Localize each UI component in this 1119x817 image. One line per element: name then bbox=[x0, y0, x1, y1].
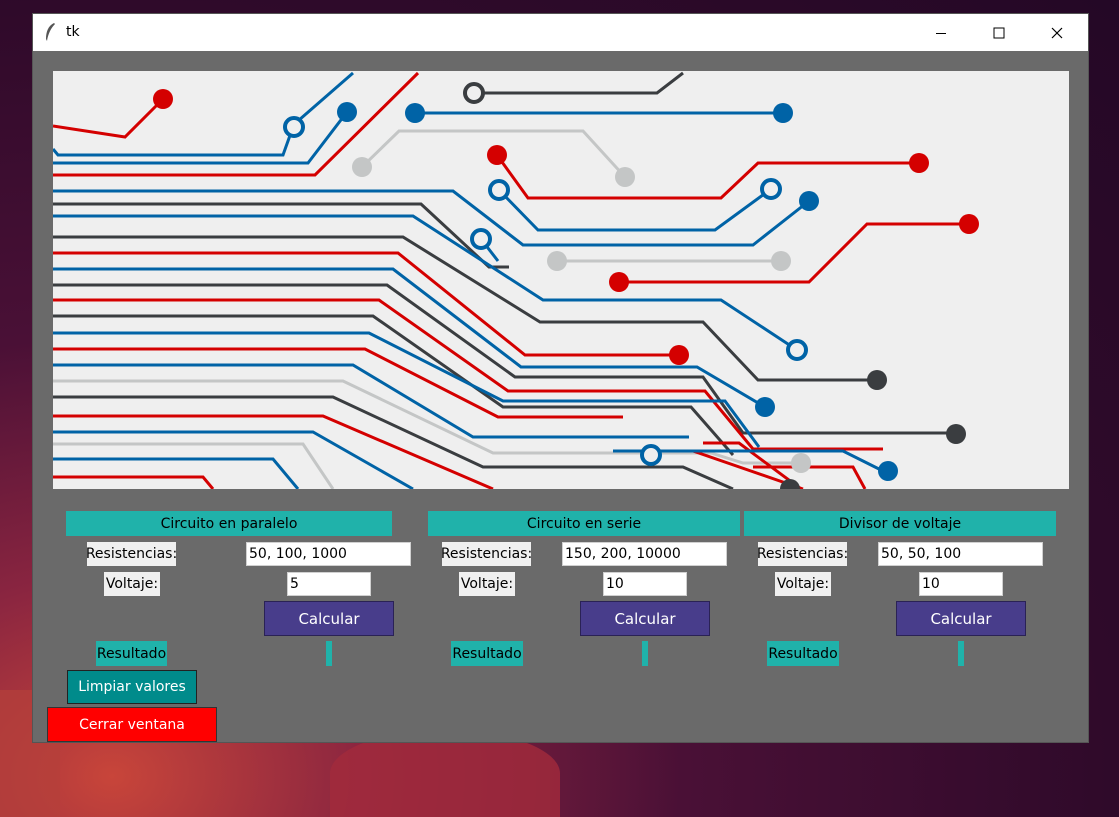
calcular-button-serie[interactable]: Calcular bbox=[580, 601, 710, 636]
resistencias-input-serie[interactable] bbox=[562, 542, 727, 566]
calcular-button-paralelo[interactable]: Calcular bbox=[264, 601, 394, 636]
panel-header-paralelo: Circuito en paralelo bbox=[66, 511, 392, 536]
voltaje-label: Voltaje: bbox=[104, 572, 160, 596]
resistencias-label: Resistencias: bbox=[86, 542, 177, 566]
circuit-illustration bbox=[53, 71, 979, 489]
limpiar-valores-button[interactable]: Limpiar valores bbox=[67, 670, 197, 704]
resultado-label: Resultado bbox=[767, 641, 839, 666]
cerrar-ventana-button[interactable]: Cerrar ventana bbox=[47, 707, 217, 742]
app-window: tk Circuito en paralelo Resistencias: 50… bbox=[33, 14, 1088, 742]
panel-header-serie: Circuito en serie bbox=[428, 511, 740, 536]
resistencias-input-paralelo[interactable] bbox=[246, 542, 411, 566]
voltaje-input-serie[interactable] bbox=[603, 572, 687, 596]
close-icon bbox=[1051, 27, 1063, 38]
resultado-value-serie bbox=[642, 641, 648, 666]
minimize-button[interactable] bbox=[918, 14, 964, 51]
window-title: tk bbox=[66, 24, 80, 40]
resistencias-input-divisor[interactable] bbox=[878, 542, 1043, 566]
voltaje-input-divisor[interactable] bbox=[919, 572, 1003, 596]
resistencias-label: Resistencias: bbox=[441, 542, 532, 566]
voltaje-label: Voltaje: bbox=[459, 572, 515, 596]
circuit-banner-image bbox=[53, 71, 1069, 489]
maximize-button[interactable] bbox=[976, 14, 1022, 51]
resistencias-label: Resistencias: bbox=[757, 542, 848, 566]
feather-icon bbox=[46, 23, 55, 41]
resultado-label: Resultado bbox=[96, 641, 167, 666]
resultado-label: Resultado bbox=[451, 641, 523, 666]
desktop-wallpaper-shape bbox=[330, 730, 560, 817]
panel-header-divisor: Divisor de voltaje bbox=[744, 511, 1056, 536]
resultado-value-paralelo bbox=[326, 641, 332, 666]
voltaje-label: Voltaje: bbox=[775, 572, 831, 596]
minimize-icon bbox=[936, 32, 946, 34]
calcular-button-divisor[interactable]: Calcular bbox=[896, 601, 1026, 636]
resultado-value-divisor bbox=[958, 641, 964, 666]
maximize-icon bbox=[993, 27, 1005, 38]
title-bar[interactable]: tk bbox=[33, 14, 1088, 51]
close-window-button[interactable] bbox=[1034, 14, 1080, 51]
voltaje-input-paralelo[interactable] bbox=[287, 572, 371, 596]
